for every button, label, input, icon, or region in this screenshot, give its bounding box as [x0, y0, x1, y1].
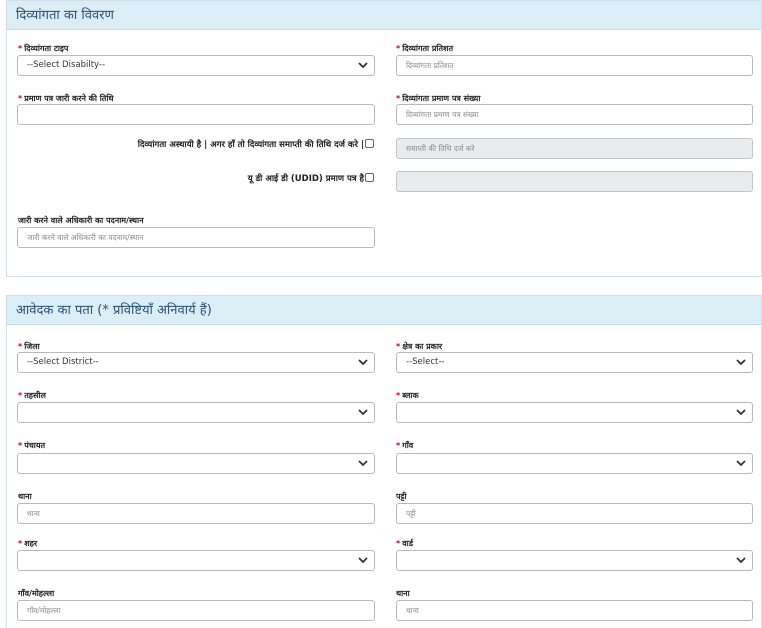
certificate-date-label: * प्रमाण पत्र जारी करने की तिथि [18, 94, 114, 103]
certificate-number-input[interactable]: दिव्यांगता प्रमाण पत्र संख्या [396, 104, 753, 125]
thana2-input[interactable]: थाना [396, 600, 753, 621]
udid-checkbox[interactable] [365, 173, 374, 182]
block-label: * ब्लाक [396, 391, 419, 400]
ward-label: * वार्ड [396, 539, 413, 548]
city-label: * शहर [18, 539, 38, 548]
disability-percent-label: * दिव्यांगता प्रतिशत [396, 44, 454, 53]
district-select[interactable]: --Select District-- [17, 352, 375, 373]
certificate-number-label: * दिव्यांगता प्रमाण पत्र संख्या [396, 94, 481, 103]
city-select[interactable] [17, 550, 375, 571]
disability-type-select[interactable]: --Select Disabilty-- [17, 55, 375, 76]
chevron-down-icon [358, 62, 368, 69]
chevron-down-icon [358, 460, 368, 467]
village-label: * गाँव [396, 441, 414, 450]
temporary-disability-label: दिव्यांगता अस्थायी है | अगर हाँ तो दिव्य… [138, 139, 374, 151]
certificate-date-input[interactable] [17, 104, 375, 125]
issuing-officer-label: जारी करने वाले अधिकारी का पदनाम/स्थान [18, 216, 144, 225]
tehsil-select[interactable] [17, 402, 375, 423]
chevron-down-icon [736, 460, 746, 467]
district-label: * जिला [18, 342, 40, 351]
panchayat-select[interactable] [17, 453, 375, 474]
area-type-label: * क्षेत्र का प्रकार [396, 342, 443, 351]
chevron-down-icon [358, 359, 368, 366]
disability-end-date-input[interactable]: समाप्ती की तिथि दर्ज करे [396, 138, 753, 159]
udid-input[interactable] [396, 171, 753, 192]
tehsil-label: * तहसील [18, 391, 46, 400]
udid-label: यू डी आई डी (UDID) प्रमाण पत्र है [248, 173, 374, 185]
chevron-down-icon [358, 409, 368, 416]
panchayat-label: * पंचायत [18, 441, 46, 450]
thana-input[interactable]: थाना [17, 503, 375, 524]
patti-input[interactable]: पट्टी [396, 503, 753, 524]
applicant-address-title: आवेदक का पता (* प्रविष्टियाँ अनिवार्य है… [7, 296, 761, 325]
disability-details-title: दिव्यांगता का विवरण [7, 1, 761, 30]
chevron-down-icon [736, 409, 746, 416]
thana2-label: थाना [396, 589, 410, 598]
mohalla-input[interactable]: गाँव/मोहल्ला [17, 600, 375, 621]
mohalla-label: गाँव/मोहल्ला [18, 589, 55, 598]
disability-type-label: * दिव्यांगता टाइप [18, 44, 69, 53]
temporary-disability-checkbox[interactable] [365, 139, 374, 148]
chevron-down-icon [358, 557, 368, 564]
area-type-select[interactable]: --Select-- [396, 352, 753, 373]
block-select[interactable] [396, 402, 753, 423]
issuing-officer-input[interactable]: जारी करने वाले अधिकारी का पदनाम/स्थान [17, 227, 375, 248]
disability-percent-input[interactable]: दिव्यांगता प्रतिशत [396, 55, 753, 76]
chevron-down-icon [736, 359, 746, 366]
thana-label: थाना [18, 492, 32, 501]
ward-select[interactable] [396, 550, 753, 571]
chevron-down-icon [736, 557, 746, 564]
patti-label: पट्टी [396, 492, 407, 501]
village-select[interactable] [396, 453, 753, 474]
